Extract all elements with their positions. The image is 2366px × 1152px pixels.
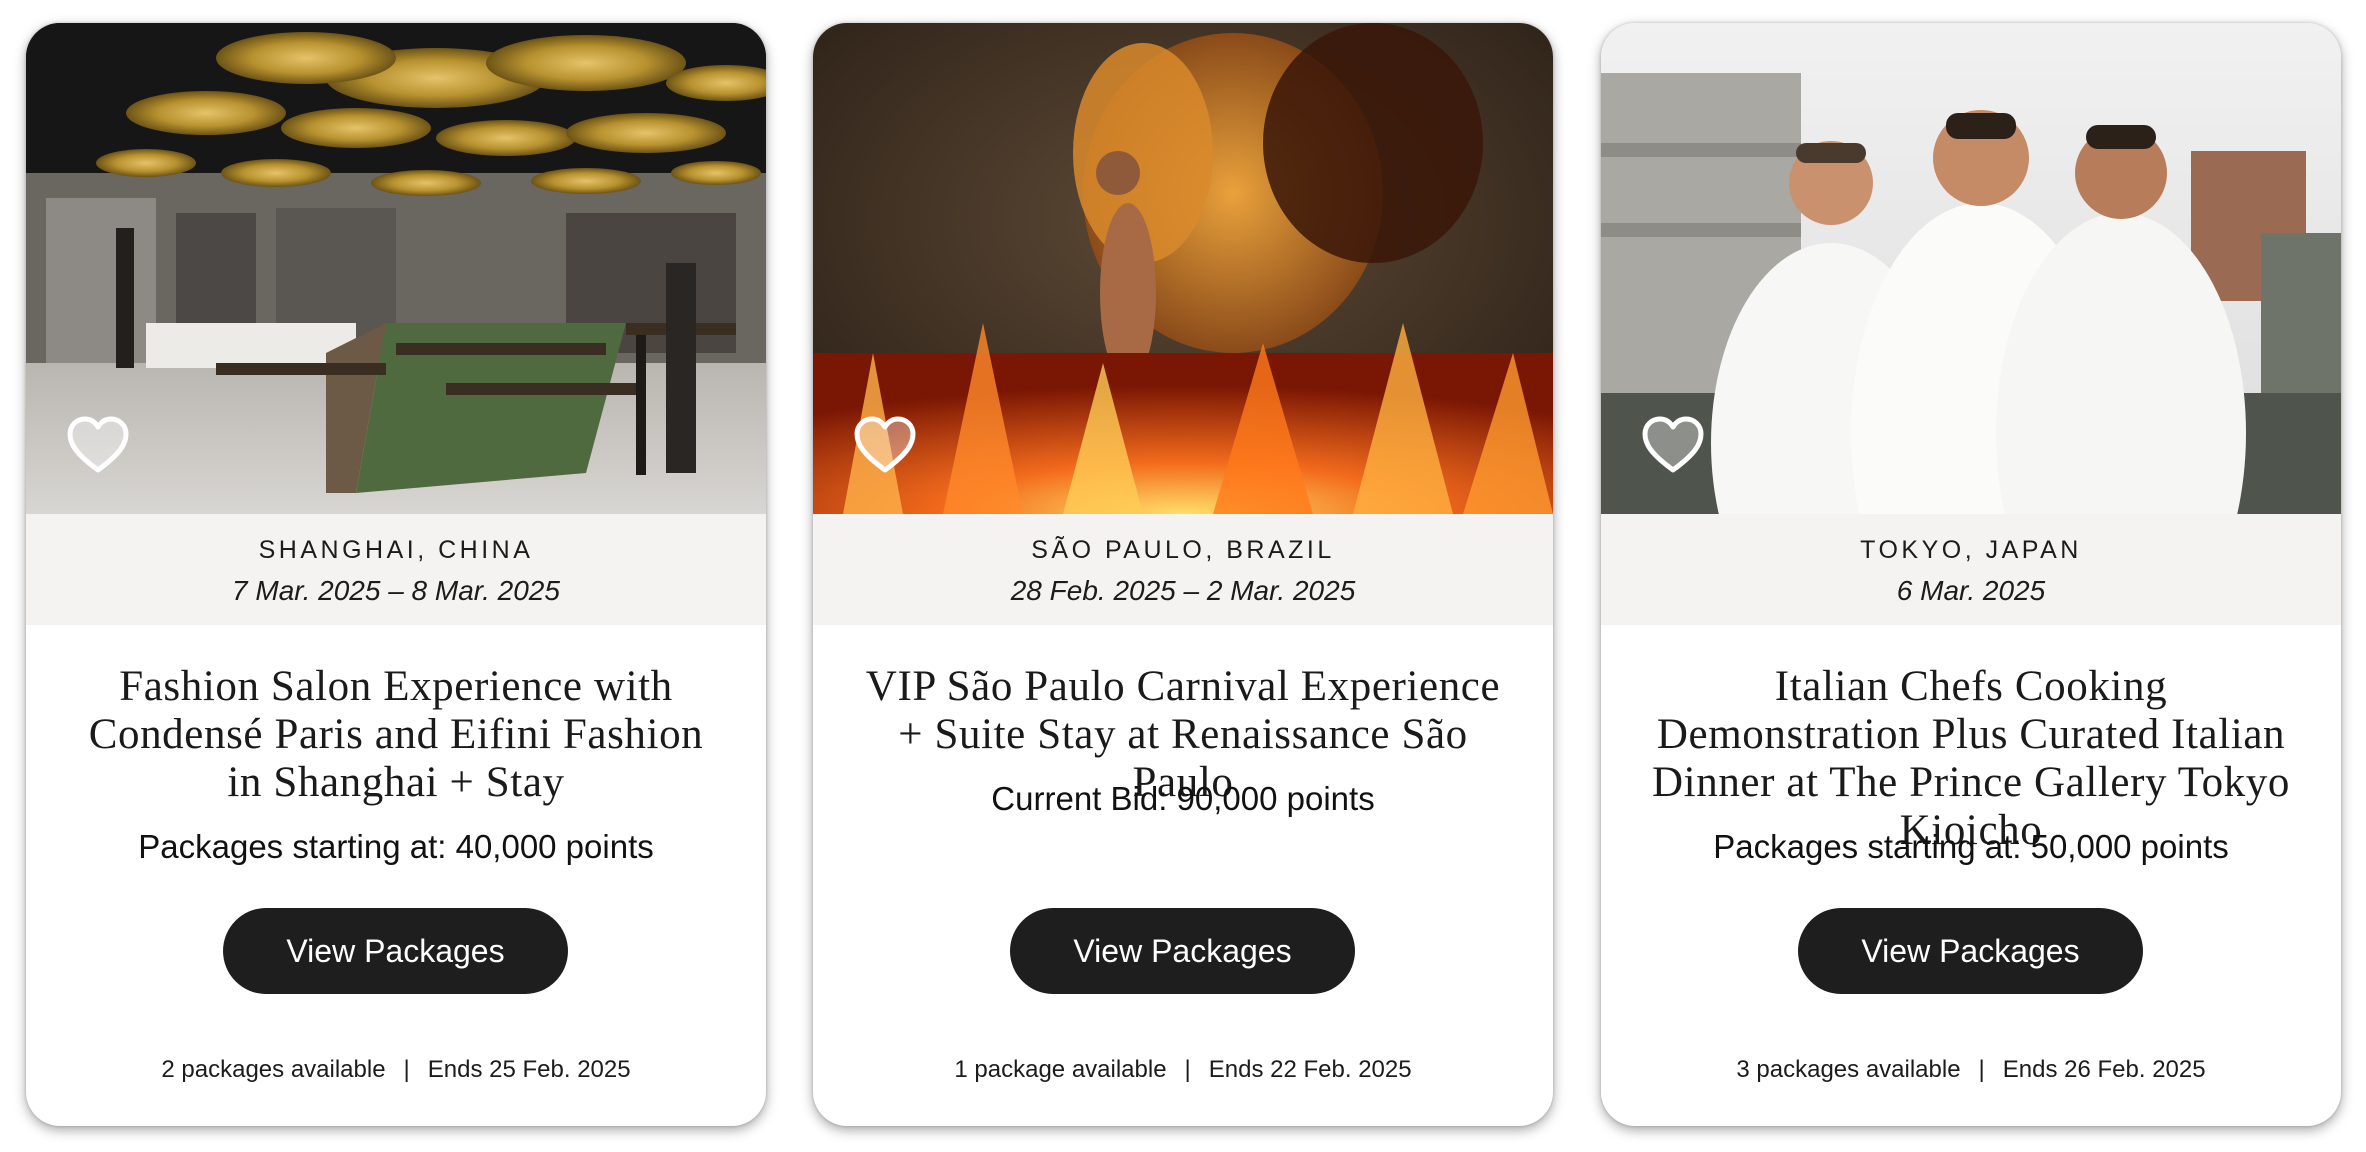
- event-location: SÃO PAULO, BRAZIL: [1031, 536, 1335, 564]
- carnival-photo: [813, 23, 1553, 514]
- event-location: SHANGHAI, CHINA: [258, 536, 534, 564]
- footer-separator: |: [403, 1056, 410, 1083]
- heart-outline-icon[interactable]: [66, 416, 130, 474]
- packages-available: 3 packages available: [1736, 1056, 1961, 1083]
- event-info-band: SHANGHAI, CHINA 7 Mar. 2025 – 8 Mar. 202…: [26, 514, 766, 625]
- card-body: Italian Chefs Cooking Demonstration Plus…: [1601, 625, 2341, 1126]
- packages-available: 1 package available: [954, 1056, 1167, 1083]
- card-footer: 2 packages available | Ends 25 Feb. 2025: [26, 1052, 766, 1088]
- restaurant-photo: [26, 23, 766, 514]
- experience-title[interactable]: Fashion Salon Experience with Condensé P…: [66, 663, 726, 807]
- heart-outline-icon[interactable]: [1641, 416, 1705, 474]
- view-packages-button[interactable]: View Packages: [1798, 908, 2143, 994]
- chefs-photo: [1601, 23, 2341, 514]
- event-info-band: TOKYO, JAPAN 6 Mar. 2025: [1601, 514, 2341, 625]
- event-dates: 6 Mar. 2025: [1896, 575, 2046, 606]
- end-date: Ends 25 Feb. 2025: [427, 1056, 631, 1083]
- view-packages-button[interactable]: View Packages: [223, 908, 568, 994]
- current-bid-text: Current Bid: 90,000 points: [991, 780, 1375, 817]
- price-text: Packages starting at: 50,000 points: [1713, 828, 2229, 865]
- experience-card[interactable]: SHANGHAI, CHINA 7 Mar. 2025 – 8 Mar. 202…: [26, 23, 766, 1126]
- heart-outline-icon[interactable]: [853, 416, 917, 474]
- card-body: VIP São Paulo Carnival Experience + Suit…: [813, 625, 1553, 1126]
- card-photo-carnival[interactable]: [813, 23, 1553, 514]
- price-text: Packages starting at: 40,000 points: [138, 828, 654, 865]
- event-dates: 7 Mar. 2025 – 8 Mar. 2025: [232, 575, 560, 606]
- event-info-band: SÃO PAULO, BRAZIL 28 Feb. 2025 – 2 Mar. …: [813, 514, 1553, 625]
- card-photo-restaurant[interactable]: [26, 23, 766, 514]
- event-dates: 28 Feb. 2025 – 2 Mar. 2025: [1010, 575, 1356, 606]
- card-footer: 1 package available | Ends 22 Feb. 2025: [813, 1052, 1553, 1088]
- experience-cards: SHANGHAI, CHINA 7 Mar. 2025 – 8 Mar. 202…: [0, 0, 2366, 1152]
- experience-card[interactable]: SÃO PAULO, BRAZIL 28 Feb. 2025 – 2 Mar. …: [813, 23, 1553, 1126]
- card-body: Fashion Salon Experience with Condensé P…: [26, 625, 766, 1126]
- footer-separator: |: [1184, 1056, 1191, 1083]
- footer-separator: |: [1978, 1056, 1985, 1083]
- experience-card[interactable]: TOKYO, JAPAN 6 Mar. 2025 Italian Chefs C…: [1601, 23, 2341, 1126]
- end-date: Ends 22 Feb. 2025: [1208, 1056, 1412, 1083]
- card-footer: 3 packages available | Ends 26 Feb. 2025: [1601, 1052, 2341, 1088]
- end-date: Ends 26 Feb. 2025: [2002, 1056, 2206, 1083]
- event-location: TOKYO, JAPAN: [1860, 536, 2082, 564]
- packages-available: 2 packages available: [161, 1056, 386, 1083]
- card-photo-chefs[interactable]: [1601, 23, 2341, 514]
- view-packages-button[interactable]: View Packages: [1010, 908, 1355, 994]
